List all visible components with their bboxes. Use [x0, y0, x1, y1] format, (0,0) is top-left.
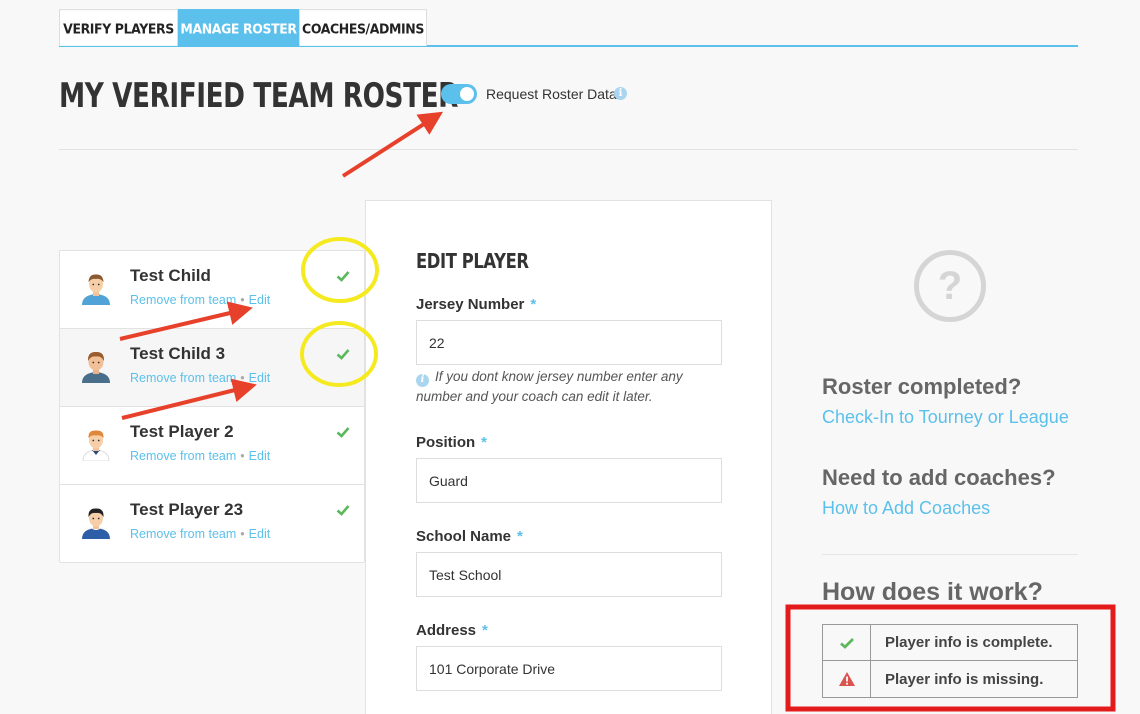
legend-text: Player info is missing.: [885, 670, 1044, 688]
jersey-number-label: Jersey Number *: [416, 296, 536, 313]
check-in-link[interactable]: Check-In to Tourney or League: [822, 407, 1069, 428]
roster-completed-heading: Roster completed?: [822, 374, 1022, 399]
jersey-hint: i If you dont know jersey number enter an…: [416, 367, 716, 407]
player-name: Test Player 23: [130, 500, 244, 519]
separator-dot: •: [240, 527, 245, 541]
how-to-add-coaches-link[interactable]: How to Add Coaches: [822, 498, 990, 519]
request-roster-toggle[interactable]: [441, 84, 477, 104]
player-actions: Remove from team • Edit: [130, 371, 270, 385]
school-name-input[interactable]: Test School: [416, 552, 722, 597]
legend-text: Player info is complete.: [885, 634, 1053, 651]
player-row[interactable]: Test Child Remove from team • Edit: [60, 251, 364, 329]
separator-dot: •: [240, 293, 245, 307]
check-icon: [336, 427, 350, 438]
check-icon: [336, 349, 350, 360]
legend-row-missing: Player info is missing.: [823, 661, 1077, 697]
status-legend: Player info is complete. Player info is …: [822, 624, 1078, 698]
jersey-number-label-text: Jersey Number: [416, 296, 525, 313]
edit-player-title: EDIT PLAYER: [416, 249, 529, 273]
jersey-number-input[interactable]: 22: [416, 320, 722, 365]
edit-player-link[interactable]: Edit: [249, 449, 271, 463]
player-list: Test Child Remove from team • Edit Test Ch…: [59, 250, 365, 563]
player-name: Test Child 3: [130, 344, 226, 363]
separator-dot: •: [240, 449, 245, 463]
how-does-it-work-heading: How does it work?: [822, 578, 1043, 606]
question-circle-icon: ?: [914, 250, 986, 322]
check-icon: [336, 505, 350, 516]
player-row[interactable]: Test Player 23 Remove from team • Edit: [60, 485, 364, 563]
player-avatar-icon: [82, 351, 110, 383]
tab-verify-players[interactable]: VERIFY PLAYERS: [59, 9, 178, 46]
remove-from-team-link[interactable]: Remove from team: [130, 527, 236, 541]
player-avatar-icon: [82, 508, 110, 539]
tab-coaches-admins[interactable]: COACHES/ADMINS: [299, 9, 427, 46]
position-label: Position *: [416, 434, 487, 451]
edit-player-link[interactable]: Edit: [249, 527, 271, 541]
legend-icon-cell: [823, 661, 871, 697]
toggle-knob: [460, 87, 474, 101]
sidebar-divider: [822, 554, 1078, 555]
player-name: Test Player 2: [130, 422, 234, 441]
address-label: Address *: [416, 622, 488, 639]
required-asterisk: *: [481, 434, 488, 451]
edit-player-link[interactable]: Edit: [249, 293, 271, 307]
remove-from-team-link[interactable]: Remove from team: [130, 293, 236, 307]
player-actions: Remove from team • Edit: [130, 293, 270, 307]
jersey-hint-text: If you dont know jersey number enter any…: [416, 369, 683, 404]
required-asterisk: *: [530, 296, 537, 313]
info-icon[interactable]: i: [614, 87, 627, 100]
player-actions: Remove from team • Edit: [130, 449, 270, 463]
required-asterisk: *: [517, 528, 523, 545]
warning-icon: [838, 672, 855, 686]
header-divider: [59, 149, 1078, 150]
player-row[interactable]: Test Child 3 Remove from team • Edit: [60, 329, 364, 407]
remove-from-team-link[interactable]: Remove from team: [130, 449, 236, 463]
required-asterisk: *: [482, 622, 488, 639]
remove-from-team-link[interactable]: Remove from team: [130, 371, 236, 385]
tab-manage-roster[interactable]: MANAGE ROSTER: [178, 9, 299, 46]
check-icon: [336, 271, 350, 282]
legend-icon-cell: [823, 625, 871, 660]
add-coaches-heading: Need to add coaches?: [822, 465, 1056, 490]
info-icon: i: [416, 373, 429, 387]
position-label-text: Position: [416, 434, 476, 451]
legend-row-complete: Player info is complete.: [823, 625, 1077, 661]
edit-player-link[interactable]: Edit: [249, 371, 271, 385]
tab-bar: VERIFY PLAYERS MANAGE ROSTER COACHES/ADM…: [59, 9, 1078, 47]
request-roster-label: Request Roster Data: [486, 86, 617, 102]
separator-dot: •: [240, 371, 245, 385]
annotation-arrow: [341, 111, 444, 178]
position-input[interactable]: Guard: [416, 458, 722, 503]
check-icon: [839, 637, 854, 649]
school-name-label-text: School Name: [416, 528, 512, 545]
address-input[interactable]: 101 Corporate Drive: [416, 646, 722, 691]
player-name: Test Child: [130, 266, 211, 285]
player-row[interactable]: Test Player 2 Remove from team • Edit: [60, 407, 364, 485]
address-label-text: Address: [416, 622, 477, 639]
player-avatar-icon: [82, 430, 110, 461]
player-actions: Remove from team • Edit: [130, 527, 270, 541]
player-avatar-icon: [82, 274, 110, 305]
page-title: MY VERIFIED TEAM ROSTER: [59, 76, 458, 116]
school-name-label: School Name *: [416, 528, 523, 545]
edit-player-panel: EDIT PLAYER Jersey Number * 22 i If you do…: [365, 200, 772, 714]
